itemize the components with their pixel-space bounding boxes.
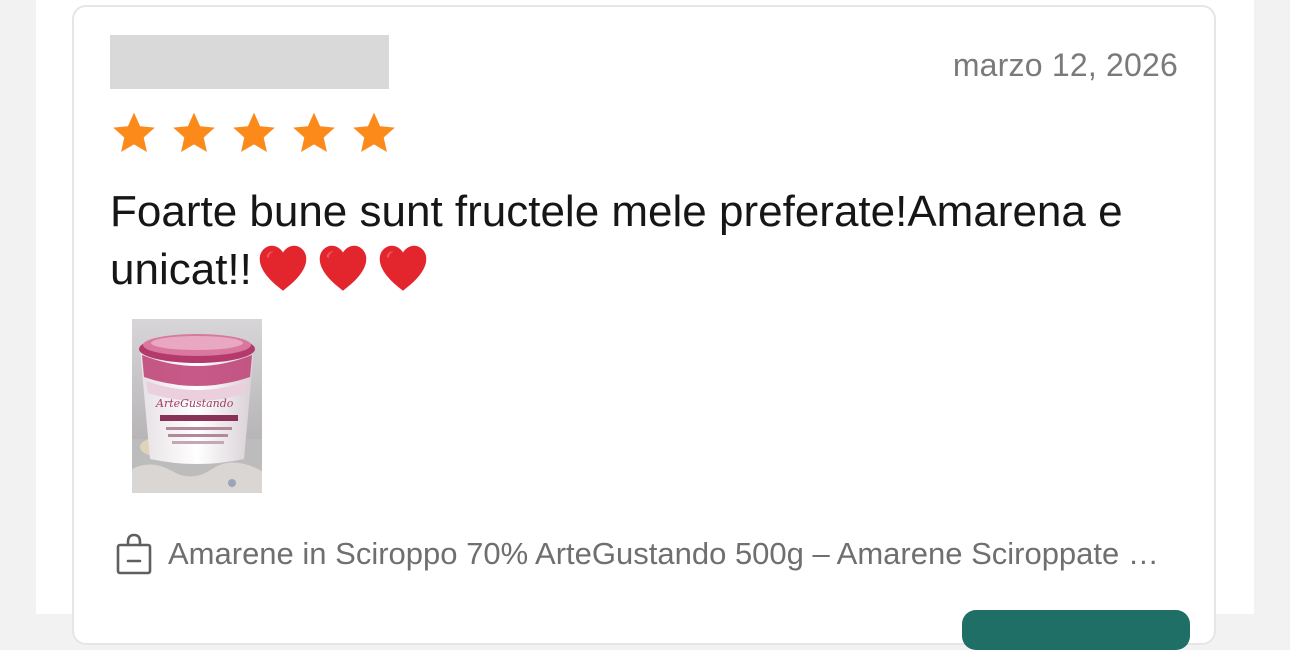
- heart-icon: [379, 245, 427, 291]
- star-icon: [353, 112, 395, 152]
- heart-emojis: [256, 242, 430, 294]
- author-name-redacted: [110, 35, 389, 89]
- star-icon: [173, 112, 215, 152]
- action-button[interactable]: [962, 610, 1190, 650]
- product-photo-image: ArteGustando: [132, 319, 262, 493]
- rating-stars: [110, 109, 398, 157]
- shopping-bag-icon: [116, 533, 152, 575]
- star-icon: [233, 112, 275, 152]
- heart-icon: [259, 245, 307, 291]
- product-link[interactable]: Amarene in Sciroppo 70% ArteGustando 500…: [114, 532, 1172, 576]
- review-card: marzo 12, 2026 Foarte bune sunt fructele…: [72, 5, 1216, 650]
- svg-text:ArteGustando: ArteGustando: [155, 397, 234, 410]
- star-icon: [293, 112, 335, 152]
- review-photo[interactable]: ArteGustando: [132, 319, 262, 493]
- review-text: Foarte bune sunt fructele mele preferate…: [110, 183, 1190, 299]
- product-name[interactable]: Amarene in Sciroppo 70% ArteGustando 500…: [168, 536, 1172, 572]
- review-date: marzo 12, 2026: [952, 47, 1178, 83]
- heart-icon: [319, 245, 367, 291]
- star-icon: [113, 112, 155, 152]
